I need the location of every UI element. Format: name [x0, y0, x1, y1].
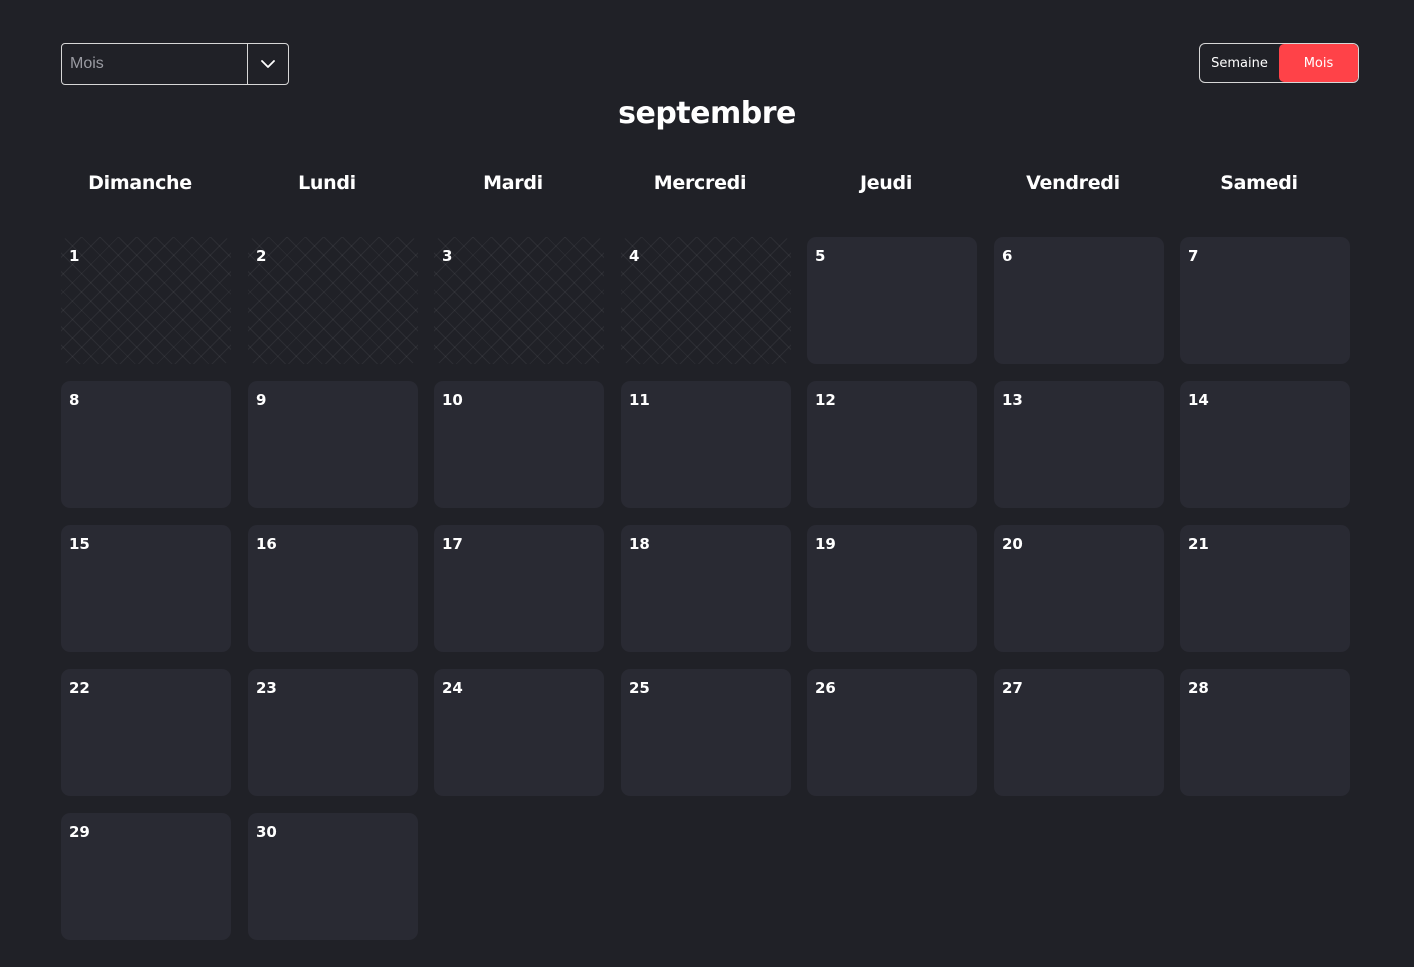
- day-number: 2: [256, 247, 267, 265]
- day-cell[interactable]: 17: [434, 525, 604, 652]
- day-cell[interactable]: 26: [807, 669, 977, 796]
- day-cell[interactable]: 1: [61, 237, 231, 364]
- day-number: 19: [815, 535, 836, 553]
- day-number: 23: [256, 679, 277, 697]
- view-select[interactable]: Mois: [61, 43, 289, 85]
- day-number: 5: [815, 247, 826, 265]
- view-select-toggle[interactable]: [247, 44, 288, 84]
- day-cell[interactable]: 19: [807, 525, 977, 652]
- day-cell[interactable]: 6: [994, 237, 1164, 364]
- day-number: 7: [1188, 247, 1199, 265]
- day-cell[interactable]: 4: [621, 237, 791, 364]
- weekday-header: Dimanche: [88, 172, 192, 194]
- day-cell[interactable]: 8: [61, 381, 231, 508]
- day-number: 11: [629, 391, 650, 409]
- day-number: 29: [69, 823, 90, 841]
- day-cell[interactable]: 22: [61, 669, 231, 796]
- weekday-header: Mardi: [483, 172, 543, 194]
- day-cell[interactable]: 11: [621, 381, 791, 508]
- day-cell[interactable]: 12: [807, 381, 977, 508]
- day-number: 18: [629, 535, 650, 553]
- day-number: 9: [256, 391, 267, 409]
- day-number: 14: [1188, 391, 1209, 409]
- day-cell[interactable]: 30: [248, 813, 418, 940]
- day-cell[interactable]: 10: [434, 381, 604, 508]
- weekday-header: Samedi: [1220, 172, 1298, 194]
- day-cell[interactable]: 23: [248, 669, 418, 796]
- weekday-header: Mercredi: [653, 172, 747, 194]
- day-number: 21: [1188, 535, 1209, 553]
- view-toggle: Semaine Mois: [1199, 43, 1359, 83]
- day-number: 13: [1002, 391, 1023, 409]
- view-select-value[interactable]: Mois: [62, 44, 247, 84]
- weekday-header: Vendredi: [1026, 172, 1120, 194]
- day-cell[interactable]: 2: [248, 237, 418, 364]
- day-cell[interactable]: 20: [994, 525, 1164, 652]
- day-cell[interactable]: 7: [1180, 237, 1350, 364]
- day-cell[interactable]: 15: [61, 525, 231, 652]
- weekday-header: Jeudi: [859, 172, 913, 194]
- day-cell[interactable]: 21: [1180, 525, 1350, 652]
- day-cell[interactable]: 24: [434, 669, 604, 796]
- day-number: 26: [815, 679, 836, 697]
- day-number: 6: [1002, 247, 1013, 265]
- day-number: 22: [69, 679, 90, 697]
- day-cell[interactable]: 25: [621, 669, 791, 796]
- week-view-button[interactable]: Semaine: [1200, 44, 1279, 82]
- weekday-header: Lundi: [298, 172, 356, 194]
- day-cell[interactable]: 28: [1180, 669, 1350, 796]
- day-number: 8: [69, 391, 80, 409]
- day-cell[interactable]: 13: [994, 381, 1164, 508]
- month-view-button[interactable]: Mois: [1279, 44, 1358, 82]
- day-number: 27: [1002, 679, 1023, 697]
- day-number: 17: [442, 535, 463, 553]
- day-cell[interactable]: 16: [248, 525, 418, 652]
- day-number: 10: [442, 391, 463, 409]
- day-number: 30: [256, 823, 277, 841]
- day-number: 3: [442, 247, 453, 265]
- day-cell[interactable]: 14: [1180, 381, 1350, 508]
- day-number: 12: [815, 391, 836, 409]
- day-cell[interactable]: 5: [807, 237, 977, 364]
- day-cell[interactable]: 29: [61, 813, 231, 940]
- day-cell[interactable]: 18: [621, 525, 791, 652]
- month-title: septembre: [618, 96, 796, 131]
- day-cell[interactable]: 3: [434, 237, 604, 364]
- day-number: 24: [442, 679, 463, 697]
- day-number: 28: [1188, 679, 1209, 697]
- day-number: 25: [629, 679, 650, 697]
- day-cell[interactable]: 9: [248, 381, 418, 508]
- day-number: 15: [69, 535, 90, 553]
- day-number: 4: [629, 247, 640, 265]
- day-number: 1: [69, 247, 80, 265]
- day-cell[interactable]: 27: [994, 669, 1164, 796]
- day-number: 16: [256, 535, 277, 553]
- chevron-down-icon: [261, 59, 275, 68]
- day-number: 20: [1002, 535, 1023, 553]
